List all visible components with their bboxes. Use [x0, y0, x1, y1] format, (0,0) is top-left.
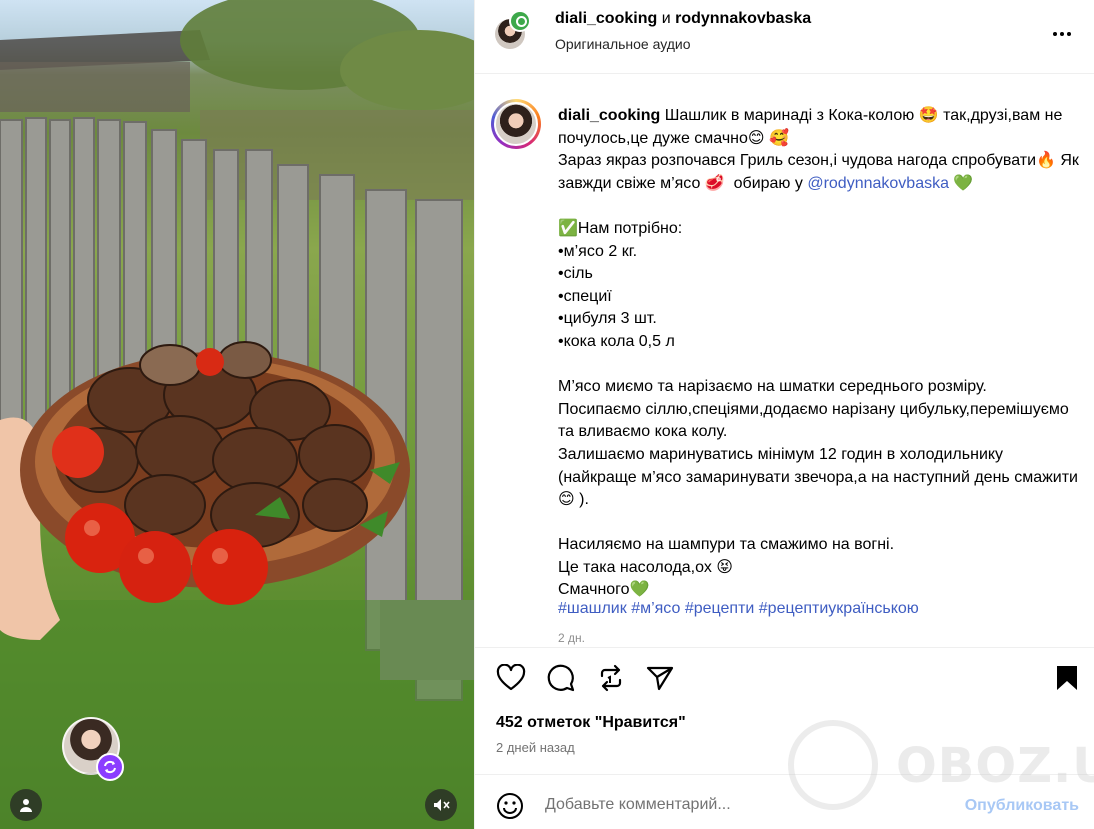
repost-button[interactable] — [595, 662, 627, 694]
caption-mention[interactable]: @rodynnakovbaska — [807, 175, 949, 192]
authors-conjunction: и — [661, 10, 671, 27]
caption-time: 2 дн. — [558, 631, 585, 645]
caption-hashtags[interactable]: #шашлик #м’ясо #рецепти #рецептиукраїнсь… — [558, 600, 919, 618]
audio-link[interactable]: Оригинальное аудио — [555, 36, 691, 52]
caption-username[interactable]: diali_cooking — [558, 107, 660, 124]
author-link-1[interactable]: diali_cooking — [555, 10, 657, 27]
emoji-button[interactable] — [496, 792, 524, 820]
caption-body-2: 💚 ✅Нам потрібно: •м’ясо 2 кг. •сіль •спе… — [558, 174, 1078, 599]
remix-icon — [96, 753, 124, 781]
heart-icon — [496, 664, 526, 691]
tagged-users-button[interactable] — [10, 789, 42, 821]
share-button[interactable] — [644, 662, 676, 694]
like-button[interactable] — [495, 662, 527, 694]
comment-button[interactable] — [545, 662, 577, 694]
audio-toggle-button[interactable] — [425, 789, 457, 821]
caption-text: diali_cooking Шашлик в маринаді з Кока-к… — [558, 105, 1083, 602]
more-icon — [1053, 32, 1057, 36]
action-bar — [475, 647, 1094, 707]
repost-icon — [600, 664, 622, 692]
collab-avatars[interactable] — [495, 10, 531, 49]
bookmark-filled-icon — [1057, 666, 1077, 690]
more-options-button[interactable] — [1050, 22, 1074, 46]
comment-bar: Опубликовать — [475, 774, 1094, 829]
post-header: diali_cooking и rodynnakovbaska Оригинал… — [475, 0, 1094, 74]
caption-section: diali_cooking Шашлик в маринаді з Кока-к… — [475, 75, 1094, 647]
post-details-panel: diali_cooking и rodynnakovbaska Оригинал… — [474, 0, 1094, 829]
save-button[interactable] — [1051, 662, 1083, 694]
caption-avatar[interactable] — [491, 99, 541, 149]
collab-authors: diali_cooking и rodynnakovbaska — [555, 10, 811, 28]
publish-button[interactable]: Опубликовать — [965, 797, 1079, 815]
smiley-icon — [497, 793, 523, 819]
user-icon — [20, 799, 32, 812]
post-photo — [0, 0, 474, 829]
post-media[interactable] — [0, 0, 474, 829]
comment-icon — [547, 664, 575, 692]
author-link-2[interactable]: rodynnakovbaska — [675, 10, 811, 27]
muted-speaker-icon — [434, 799, 450, 811]
likes-count[interactable]: 452 отметок "Нравится" — [496, 714, 686, 732]
collab-avatar-badge — [509, 10, 531, 32]
post-date[interactable]: 2 дней назад — [496, 740, 575, 755]
send-icon — [646, 666, 674, 691]
comment-input[interactable] — [545, 792, 925, 818]
